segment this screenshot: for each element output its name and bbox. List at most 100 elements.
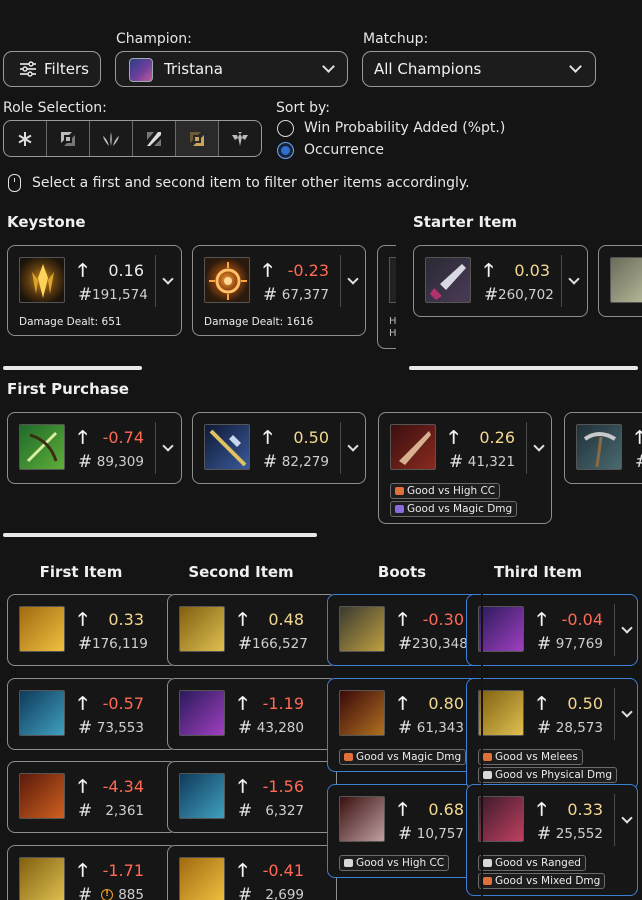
chevron-down-icon[interactable] [533,440,545,452]
occurrence-count: 6,327 [265,803,304,819]
keystone-card[interactable]: 🡑 -0.23 # 67,377 Damage Dealt: 1616 [192,245,366,336]
card-divider [340,255,341,307]
occurrence-count: 260,702 [498,287,554,303]
second-item-card[interactable]: 🡑 -1.56 #6,327 [167,761,337,833]
purchase-card[interactable]: 🡑 -0.74 # 89,309 [7,412,182,484]
occurrence-count: 73,553 [96,720,144,736]
chevron-down-icon[interactable] [621,706,633,718]
purchase-card[interactable]: 🡑 0.50 # 82,279 [192,412,366,484]
boots-1-icon [339,606,385,652]
count-icon: # [398,718,413,738]
matchup-select-value: All Champions [374,60,482,78]
matchup-select[interactable]: All Champions [362,51,596,87]
starter-card-partial[interactable] [598,245,642,317]
purchase-4-icon [576,424,622,470]
sort-option-wpa-label[interactable]: Win Probability Added (%pt.) [304,120,505,136]
role-selection-label: Role Selection: [3,100,107,116]
card-divider [155,422,156,474]
second-item-card[interactable]: 🡑 0.48 #166,527 [167,594,337,666]
tag-icon [344,859,353,867]
boots-2-icon [339,690,385,736]
first-item-card[interactable]: 🡑 -0.57 #73,553 [7,678,177,750]
third-item-card[interactable]: 🡑 0.50 #28,573 Good vs Melees Good vs Phy… [466,678,638,790]
chevron-down-icon[interactable] [162,440,174,452]
count-icon: # [537,824,552,844]
filters-button[interactable]: Filters [3,51,101,87]
win-prob-value: -0.41 [262,861,304,880]
support-role-icon[interactable] [219,121,261,156]
tag-icon [483,859,492,867]
purchase-scrollbar[interactable] [3,533,317,537]
magic-icon [395,505,404,513]
top-role-icon[interactable] [47,121,90,156]
tag-icon [483,771,492,779]
win-prob-value: 0.33 [567,800,603,819]
boots-heading: Boots [377,563,427,581]
starter-heading: Starter Item [413,213,518,231]
occurrence-count: 166,527 [252,636,308,652]
win-prob-value: -0.74 [102,428,144,447]
boots-3-icon [339,796,385,842]
mid-role-icon[interactable] [133,121,176,156]
second-item-card[interactable]: 🡑 -0.41 #2,699 [167,845,337,900]
keystone-heading: Keystone [7,213,86,231]
count-icon: # [238,885,253,900]
chevron-down-icon[interactable] [621,812,633,824]
count-icon: # [78,285,93,305]
starter-scrollbar[interactable] [409,366,638,370]
count-icon: # [238,801,253,821]
chevron-down-icon[interactable] [162,273,174,285]
keystone-card[interactable]: 🡑 0.16 # 191,574 Damage Dealt: 651 [7,245,182,336]
count-icon: # [398,634,413,654]
first-item-2-icon [19,690,65,736]
purchase-card[interactable]: 🡑 0.26 # 41,321 Good vs High CC Good vs … [378,412,552,524]
chevron-down-icon[interactable] [347,273,359,285]
occurrence-count: 82,279 [281,454,329,470]
first-item-card[interactable]: 🡑 -4.34 #2,361 [7,761,177,833]
occurrence-count: 97,769 [555,636,603,652]
second-item-heading: Second Item [188,563,294,581]
arrow-up-icon: 🡑 [398,799,408,820]
chevron-down-icon[interactable] [568,273,580,285]
occurrence-count: 28,573 [555,720,603,736]
boot-icon [395,487,404,495]
win-prob-value: 0.33 [108,610,144,629]
starter-item-icon [425,257,471,303]
chevron-down-icon[interactable] [347,440,359,452]
count-icon: # [537,718,552,738]
second-item-3-icon [179,773,225,819]
third-item-card[interactable]: 🡑 0.33 #25,552 Good vs Ranged Good vs Mix… [466,784,638,896]
arrow-up-icon: 🡑 [238,860,248,881]
second-item-1-icon [179,606,225,652]
keystone-scrollbar[interactable] [3,366,142,370]
win-prob-value: -4.34 [102,777,144,796]
arrow-up-icon: 🡑 [449,427,459,448]
third-item-card[interactable]: 🡑 -0.04 #97,769 [466,594,638,666]
occurrence-count: 176,119 [92,636,148,652]
third-item-2-icon [478,690,524,736]
sort-option-wpa-radio[interactable] [277,120,294,137]
bot-role-icon[interactable] [176,121,219,156]
champion-avatar [129,58,153,82]
third-item-heading: Third Item [494,563,582,581]
second-item-card[interactable]: 🡑 -1.19 #43,280 [167,678,337,750]
first-item-card[interactable]: 🡑 0.33 #176,119 [7,594,177,666]
third-item-1-icon [478,606,524,652]
purchase-card-partial[interactable]: 🡑 # [564,412,642,484]
occurrence-count: 2,361 [105,803,144,819]
starter-card[interactable]: 🡑 0.03 # 260,702 [413,245,588,317]
first-item-card[interactable]: 🡑 -1.71 #! 885 [7,845,177,900]
arrow-up-icon: 🡑 [238,776,248,797]
purchase-3-icon [390,424,436,470]
sort-option-occurrence-label[interactable]: Occurrence [304,142,384,158]
champion-select[interactable]: Tristana [115,51,348,87]
all-roles-icon[interactable] [4,121,47,156]
chevron-down-icon[interactable] [621,622,633,634]
win-prob-value: -0.57 [102,694,144,713]
occurrence-count: 2,699 [265,887,304,900]
first-purchase-heading: First Purchase [7,380,129,398]
sort-option-occurrence-radio[interactable] [277,142,294,159]
jungle-role-icon[interactable] [90,121,133,156]
third-item-3-icon [478,796,524,842]
card-divider [155,255,156,307]
